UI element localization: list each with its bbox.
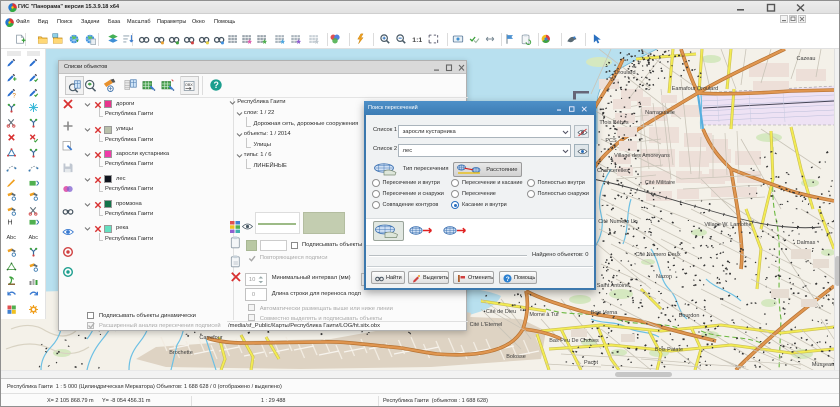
svg-text:Abc: Abc [7, 235, 17, 241]
svg-text:Cité Numero Deux: Cité Numero Deux [635, 252, 680, 258]
svg-text:Bolosse: Bolosse [506, 354, 526, 360]
svg-text:H: H [8, 220, 13, 227]
svg-text:Cité de Dieu: Cité de Dieu [486, 309, 516, 315]
svg-text:1:1: 1:1 [412, 37, 422, 44]
svg-text:?: ? [13, 94, 17, 99]
svg-text:Trois Bébés: Trois Bébés [599, 120, 628, 126]
svg-text:Brochette: Brochette [169, 350, 193, 356]
svg-text:PCS: PCS [605, 138, 617, 144]
svg-text:Nazon: Nazon [656, 274, 672, 280]
svg-text:Narraguaille: Narraguaille [645, 110, 675, 116]
svg-text:Dalmas: Dalmas [797, 240, 816, 246]
svg-text:Cité Numero Un: Cité Numero Un [598, 219, 637, 225]
svg-text:OBX: OBX [185, 83, 193, 87]
svg-text:Musseau: Musseau [812, 362, 834, 368]
svg-text:Bois Verna: Bois Verna [591, 310, 619, 316]
svg-text:Chancerelles: Chancerelles [597, 168, 629, 174]
svg-text:?: ? [214, 80, 219, 90]
svg-text:Abc: Abc [29, 235, 39, 241]
svg-text:Morne à Tuf: Morne à Tuf [529, 312, 559, 318]
svg-text:Cazeau: Cazeau [797, 56, 816, 62]
svg-text:Cité Militaire: Cité Militaire [645, 180, 675, 186]
svg-text:Eamafour Droulard: Eamafour Droulard [672, 86, 718, 92]
svg-text:Bourdon: Bourdon [679, 313, 700, 319]
svg-text:Saint Antoine: Saint Antoine [597, 283, 629, 289]
svg-text:Pacot: Pacot [584, 360, 599, 366]
svg-text:Bas Peu De Choses: Bas Peu De Choses [549, 338, 599, 344]
svg-text:Cité L'Eternel: Cité L'Eternel [470, 322, 503, 328]
svg-text:Village W. Lamothe: Village W. Lamothe [704, 222, 751, 228]
svg-text:Village des Amoreyans: Village des Amoreyans [614, 153, 670, 159]
svg-text:Bois Patate: Bois Patate [655, 347, 683, 353]
svg-text:Droulard: Droulard [614, 70, 635, 76]
svg-text:Carrefour: Carrefour [199, 335, 222, 341]
svg-text:?: ? [506, 276, 510, 283]
